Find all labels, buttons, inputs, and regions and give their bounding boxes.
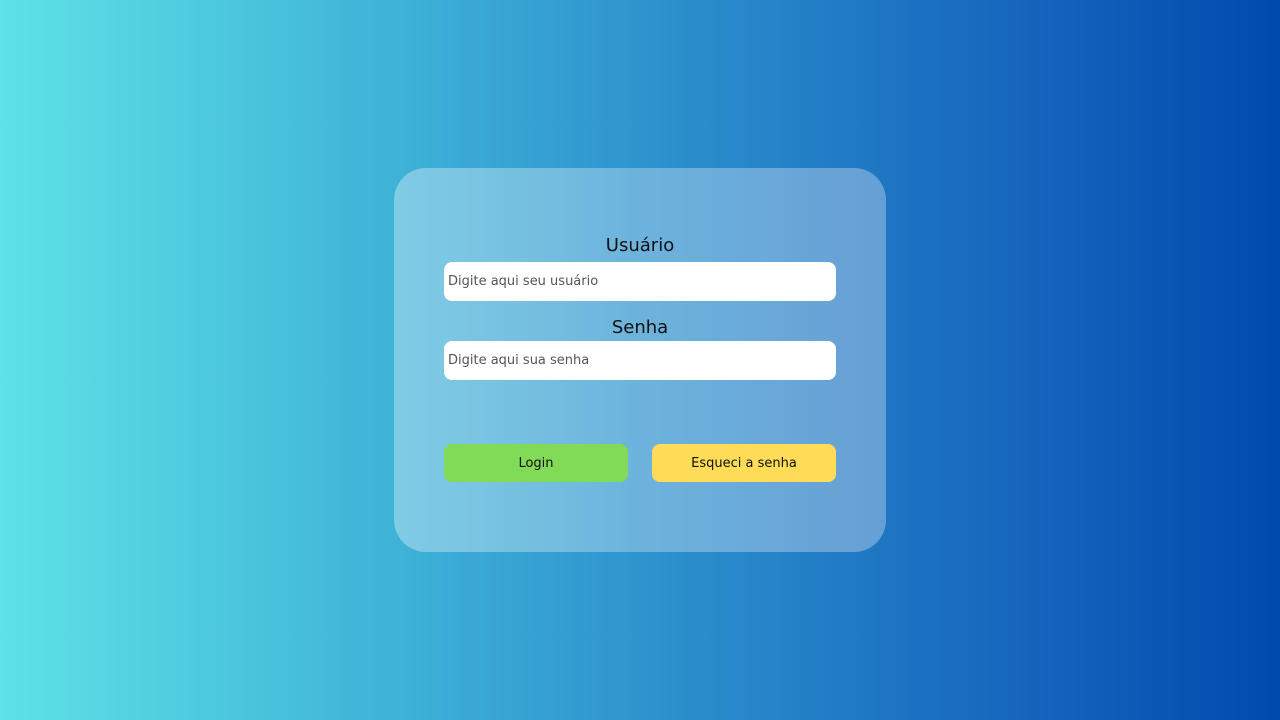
login-card: Usuário Senha Login Esqueci a senha bbox=[394, 168, 886, 552]
login-button[interactable]: Login bbox=[444, 444, 628, 482]
username-label: Usuário bbox=[605, 235, 675, 256]
password-input[interactable] bbox=[444, 341, 836, 380]
forgot-password-button[interactable]: Esqueci a senha bbox=[652, 444, 836, 482]
password-label: Senha bbox=[611, 317, 669, 338]
username-input[interactable] bbox=[444, 262, 836, 301]
